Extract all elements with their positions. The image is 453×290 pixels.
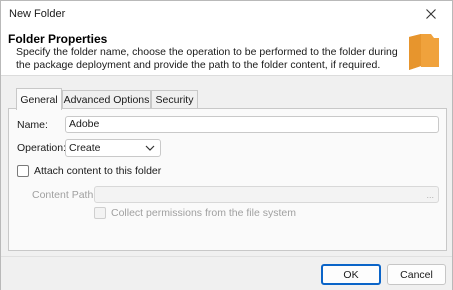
tab-label: General [20,93,58,106]
header-banner: Folder Properties Specify the folder nam… [1,26,452,76]
content-path-field[interactable]: ... [94,186,439,203]
attach-content-label: Attach content to this folder [34,165,162,177]
cancel-label: Cancel [400,268,433,281]
collect-permissions-label: Collect permissions from the file system [111,207,296,219]
name-label: Name: [17,119,48,131]
operation-value: Create [69,142,101,154]
collect-permissions-checkbox[interactable] [94,207,106,219]
close-button[interactable] [416,4,446,24]
operation-label: Operation: [17,142,67,154]
browse-button[interactable]: ... [426,188,434,203]
name-value: Adobe [69,118,100,130]
header-description: Specify the folder name, choose the oper… [16,46,398,71]
header-title: Folder Properties [8,32,108,46]
chevron-down-icon [145,145,155,151]
folder-icon [409,34,439,70]
tab-label: Advanced Options [63,94,150,106]
tab-label: Security [155,94,194,106]
operation-select[interactable]: Create [65,139,161,157]
tab-advanced-options[interactable]: Advanced Options [62,90,151,109]
general-tab-panel: Name: Adobe Operation: Create Attach con… [8,108,447,251]
attach-content-checkbox[interactable] [17,165,29,177]
name-field[interactable]: Adobe [65,116,439,133]
tab-security[interactable]: Security [151,90,198,109]
dialog-window: New Folder Folder Properties Specify the… [0,0,453,290]
cancel-button[interactable]: Cancel [387,264,446,285]
close-icon [426,9,436,19]
ok-label: OK [343,268,359,281]
window-title: New Folder [9,8,66,20]
button-bar: OK Cancel [1,256,452,290]
tab-general[interactable]: General [16,88,62,110]
content-path-label: Content Path: [32,189,97,201]
title-bar: New Folder [1,1,452,26]
ok-button[interactable]: OK [321,264,381,285]
